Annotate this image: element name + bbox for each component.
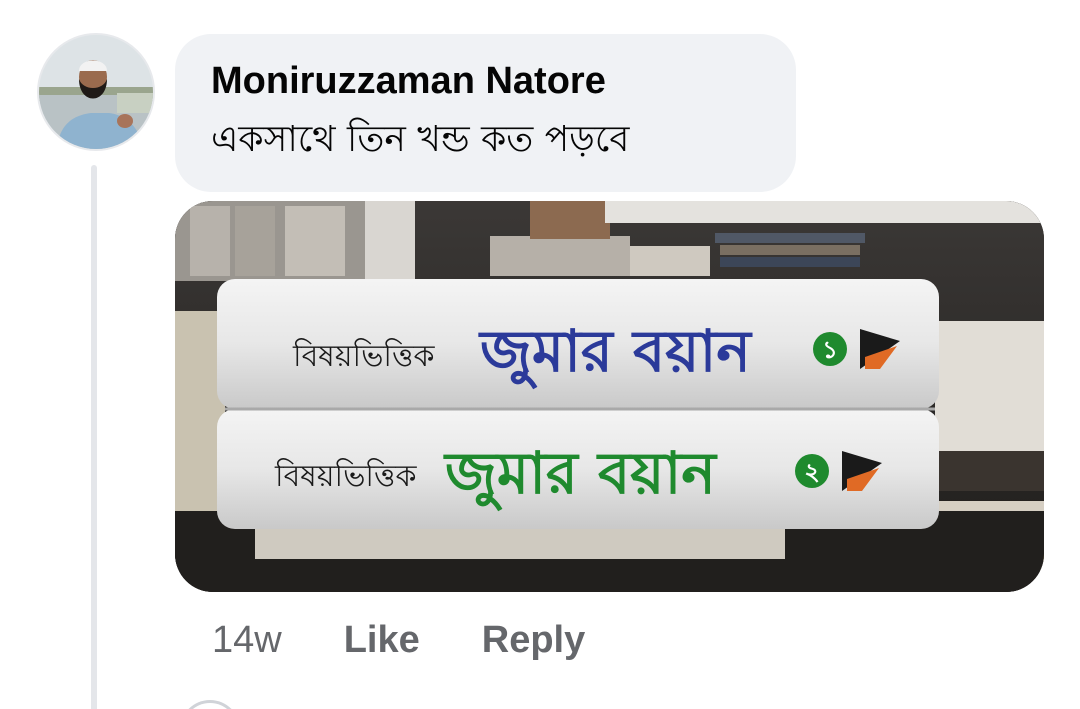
comment-thread: Moniruzzaman Natore একসাথে তিন খন্ড কত প… bbox=[0, 0, 1080, 709]
avatar-photo bbox=[39, 35, 153, 149]
books-stack-image: বিষয়ভিত্তিক জুমার বয়ান ১ বিষয়ভিত্তিক … bbox=[175, 201, 1044, 592]
reply-button[interactable]: Reply bbox=[482, 619, 585, 662]
book-bottom-title: জুমার বয়ান bbox=[443, 439, 718, 512]
book-top-title: জুমার বয়ান bbox=[478, 317, 753, 390]
comment-actions: 14w Like Reply bbox=[212, 612, 647, 668]
comment-author-name[interactable]: Moniruzzaman Natore bbox=[211, 58, 760, 104]
avatar[interactable] bbox=[37, 33, 155, 151]
next-reply-avatar bbox=[180, 700, 240, 709]
like-button[interactable]: Like bbox=[344, 619, 420, 662]
book-bottom-prefix: বিষয়ভিত্তিক bbox=[274, 458, 417, 494]
comment-attached-photo[interactable]: বিষয়ভিত্তিক জুমার বয়ান ১ বিষয়ভিত্তিক … bbox=[175, 201, 1044, 592]
comment-text: একসাথে তিন খন্ড কত পড়বে bbox=[211, 119, 630, 160]
thread-connector-line bbox=[91, 165, 97, 709]
comment-bubble: Moniruzzaman Natore একসাথে তিন খন্ড কত প… bbox=[175, 34, 796, 192]
book-bottom-volume: ২ bbox=[804, 458, 820, 486]
book-top-volume: ১ bbox=[822, 336, 838, 364]
book-top-prefix: বিষয়ভিত্তিক bbox=[292, 338, 435, 374]
comment-timestamp[interactable]: 14w bbox=[212, 619, 282, 662]
